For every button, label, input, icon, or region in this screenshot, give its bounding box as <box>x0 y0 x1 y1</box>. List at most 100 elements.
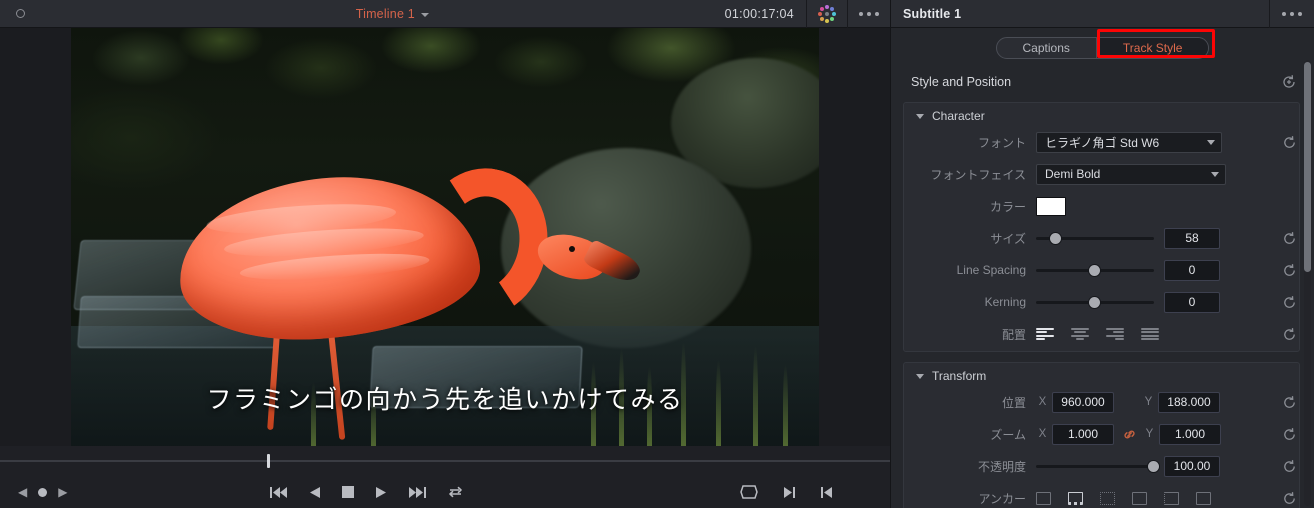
position-x-value[interactable]: 960.000 <box>1052 391 1114 413</box>
character-panel: Character フォント ヒラギノ角ゴ Std W6 フォントフェイス De… <box>903 102 1300 352</box>
reset-icon[interactable] <box>1280 133 1298 151</box>
previous-clip-icon[interactable] <box>821 486 832 499</box>
viewer-panel: Timeline 1 01:00:17:04 フラミンゴの向かう先を追いかけてみ… <box>0 0 890 508</box>
anchor-option-icon[interactable] <box>1036 491 1051 505</box>
play-icon[interactable] <box>376 486 387 499</box>
tray-shape <box>369 346 583 408</box>
line-spacing-value[interactable]: 0 <box>1164 259 1220 281</box>
timecode-display: 01:00:17:04 <box>724 6 794 21</box>
kerning-slider[interactable] <box>1036 295 1154 309</box>
scrubber[interactable] <box>0 446 890 476</box>
size-value[interactable]: 58 <box>1164 227 1220 249</box>
align-left-icon[interactable] <box>1036 327 1054 341</box>
font-select[interactable]: ヒラギノ角ゴ Std W6 <box>1036 131 1222 153</box>
segmented-control: Captions Track Style <box>995 37 1210 59</box>
viewer-extra-controls <box>740 485 832 499</box>
align-label: 配置 <box>1001 327 1026 342</box>
anchor-option-icon[interactable] <box>1068 491 1083 505</box>
more-options-icon[interactable] <box>848 11 890 16</box>
app-window: Timeline 1 01:00:17:04 フラミンゴの向かう先を追いかけてみ… <box>0 0 1314 508</box>
anchor-options <box>1036 491 1211 505</box>
chevron-down-icon <box>916 373 924 379</box>
position-label: 位置 <box>1001 395 1026 410</box>
reset-icon[interactable] <box>1280 425 1298 443</box>
zoom-y-value[interactable]: 1.000 <box>1159 423 1221 445</box>
anchor-option-icon[interactable] <box>1132 491 1147 505</box>
tab-captions[interactable]: Captions <box>997 38 1096 58</box>
inspector-content: Style and Position Character フォント ヒラギノ角ゴ… <box>891 68 1314 508</box>
keyframe-marker-icon[interactable] <box>38 487 48 497</box>
transform-panel: Transform 位置 X 960.000 Y 188.000 ズーム X 1… <box>903 362 1300 508</box>
reset-icon[interactable] <box>1280 229 1298 247</box>
reset-icon[interactable] <box>1280 325 1298 343</box>
color-swatch[interactable] <box>1036 196 1066 216</box>
next-keyframe-icon[interactable]: ▶ <box>58 486 67 498</box>
anchor-label: アンカー <box>978 491 1026 506</box>
tab-track-style[interactable]: Track Style <box>1095 38 1209 58</box>
timeline-selector[interactable]: Timeline 1 <box>60 7 725 21</box>
zoom-x-axis-label: X <box>1038 428 1047 440</box>
grass-blade <box>311 382 316 446</box>
add-keyframe-icon[interactable] <box>1280 73 1298 91</box>
link-icon[interactable] <box>1122 427 1137 442</box>
skip-to-end-icon[interactable] <box>409 486 426 499</box>
transform-panel-title: Transform <box>932 369 987 383</box>
scrubber-track <box>0 460 890 462</box>
align-right-icon[interactable] <box>1106 327 1124 341</box>
stop-icon[interactable] <box>342 486 354 498</box>
size-row: サイズ 58 <box>904 225 1299 251</box>
inspector-tabbar: Captions Track Style <box>891 28 1314 68</box>
chevron-down-icon <box>1211 171 1219 177</box>
slider-handle[interactable] <box>1089 264 1101 276</box>
kerning-value[interactable]: 0 <box>1164 291 1220 313</box>
align-options <box>1036 327 1159 341</box>
anchor-option-icon[interactable] <box>1196 491 1211 505</box>
size-slider[interactable] <box>1036 231 1154 245</box>
position-y-axis-label: Y <box>1144 396 1153 408</box>
chevron-down-icon <box>1207 139 1215 145</box>
slider-handle[interactable] <box>1050 232 1062 244</box>
record-dot-icon <box>16 9 25 18</box>
color-wheel-icon[interactable] <box>807 4 847 23</box>
transform-panel-header[interactable]: Transform <box>904 363 1299 389</box>
playhead[interactable] <box>267 454 270 468</box>
next-clip-icon[interactable] <box>784 486 795 499</box>
skip-to-start-icon[interactable] <box>270 486 287 499</box>
flamingo-eye <box>569 246 575 252</box>
font-label: フォント <box>977 135 1026 150</box>
position-y-value[interactable]: 188.000 <box>1158 391 1220 413</box>
reset-icon[interactable] <box>1280 293 1298 311</box>
zoom-x-value[interactable]: 1.000 <box>1052 423 1114 445</box>
fit-to-frame-icon[interactable] <box>740 485 758 499</box>
grass-blade <box>619 348 624 446</box>
more-options-icon[interactable] <box>1270 11 1314 16</box>
inspector-scrollbar[interactable] <box>1304 62 1311 272</box>
fontface-select[interactable]: Demi Bold <box>1036 163 1226 185</box>
reset-icon[interactable] <box>1280 261 1298 279</box>
opacity-label: 不透明度 <box>977 459 1026 474</box>
reset-icon[interactable] <box>1280 393 1298 411</box>
style-and-position-header: Style and Position <box>891 68 1314 96</box>
slider-handle[interactable] <box>1089 296 1101 308</box>
character-panel-header[interactable]: Character <box>904 103 1299 129</box>
slider-track <box>1036 464 1156 468</box>
size-label: サイズ <box>990 231 1026 246</box>
reset-icon[interactable] <box>1280 489 1298 507</box>
loop-icon[interactable] <box>448 485 463 499</box>
prev-keyframe-icon[interactable]: ◀ <box>18 486 27 498</box>
character-panel-title: Character <box>932 109 985 123</box>
align-center-icon[interactable] <box>1071 327 1089 341</box>
fontface-value: Demi Bold <box>1045 167 1101 181</box>
anchor-option-icon[interactable] <box>1164 491 1179 505</box>
slider-handle[interactable] <box>1147 460 1159 472</box>
line-spacing-slider[interactable] <box>1036 263 1154 277</box>
anchor-option-icon[interactable] <box>1100 491 1115 505</box>
font-value: ヒラギノ角ゴ Std W6 <box>1045 135 1160 150</box>
play-reverse-icon[interactable] <box>309 486 320 499</box>
align-justify-icon[interactable] <box>1141 327 1159 341</box>
opacity-value[interactable]: 100.00 <box>1164 455 1220 477</box>
keyframe-navigation: ◀ ▶ <box>0 486 67 498</box>
opacity-slider[interactable] <box>1036 459 1159 473</box>
reset-icon[interactable] <box>1280 457 1298 475</box>
zoom-label: ズーム <box>990 427 1026 442</box>
